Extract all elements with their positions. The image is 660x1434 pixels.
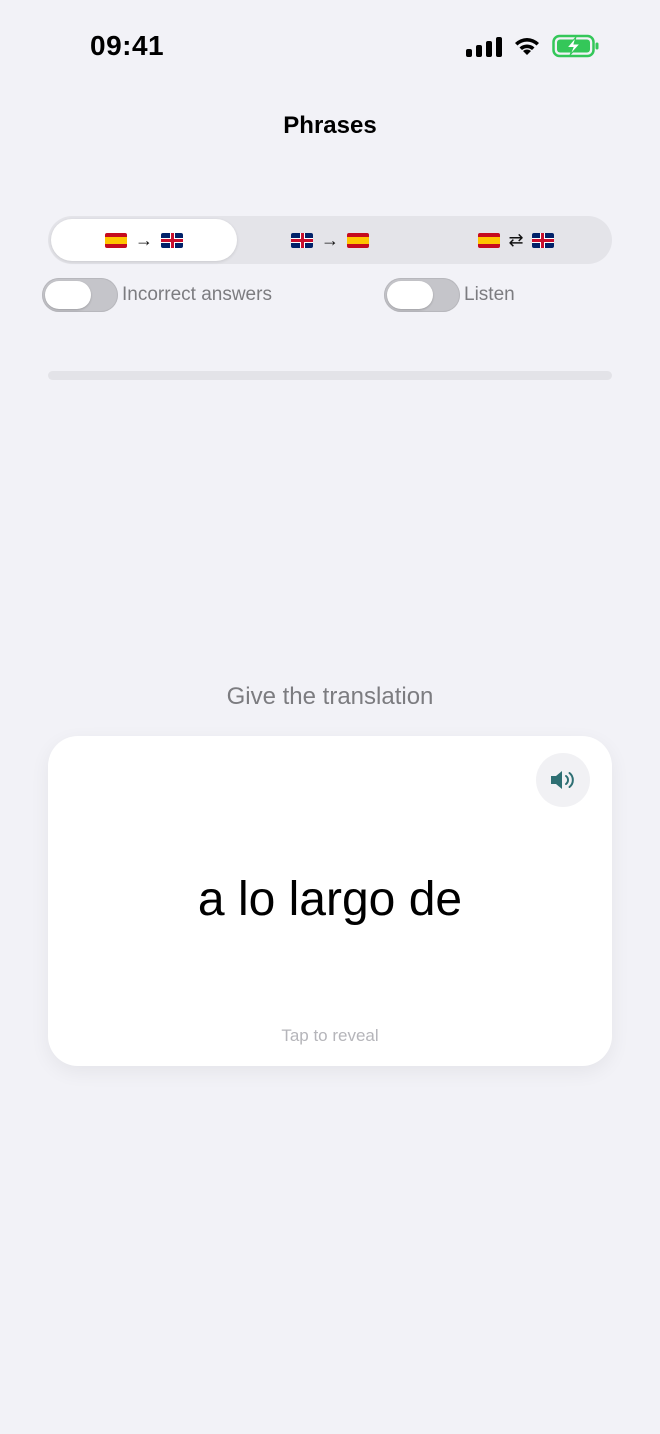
spain-flag-icon [347, 232, 369, 248]
speaker-icon [551, 771, 574, 789]
battery-charging-icon [552, 34, 599, 58]
wifi-icon [515, 38, 539, 55]
incorrect-answers-toggle[interactable] [42, 278, 118, 312]
uk-flag-icon [161, 232, 183, 248]
listen-label: Listen [464, 284, 515, 305]
uk-flag-icon [291, 232, 313, 248]
direction-segmented-control: → → ⇄ [48, 216, 612, 264]
listen-toggle[interactable] [384, 278, 460, 312]
incorrect-answers-row: Incorrect answers [42, 278, 272, 312]
swap-arrows-icon: ⇄ [508, 229, 524, 250]
cellular-signal-icon [466, 35, 502, 57]
phrase-text: a lo largo de [197, 873, 463, 926]
uk-flag-icon [531, 232, 554, 248]
phrases-screen: 09:41 Phrases → → ⇄ Incorrect answers Li… [0, 0, 660, 1434]
segment-es-to-en[interactable]: → [51, 219, 237, 261]
quiz-prompt: Give the translation [226, 683, 434, 710]
spain-flag-icon [478, 232, 501, 248]
listen-row: Listen [384, 278, 515, 312]
page-title: Phrases [283, 112, 377, 139]
segment-en-to-es[interactable]: → [237, 219, 423, 261]
incorrect-answers-label: Incorrect answers [122, 284, 272, 305]
status-icons [466, 34, 600, 58]
tap-to-reveal-hint: Tap to reveal [281, 1026, 379, 1045]
spain-flag-icon [105, 232, 127, 248]
arrow-right-icon: → [321, 229, 339, 250]
segment-both-directions[interactable]: ⇄ [423, 219, 609, 261]
progress-bar [48, 371, 612, 380]
arrow-right-icon: → [135, 229, 153, 250]
play-audio-button[interactable] [536, 753, 590, 807]
status-time: 09:41 [90, 30, 165, 61]
